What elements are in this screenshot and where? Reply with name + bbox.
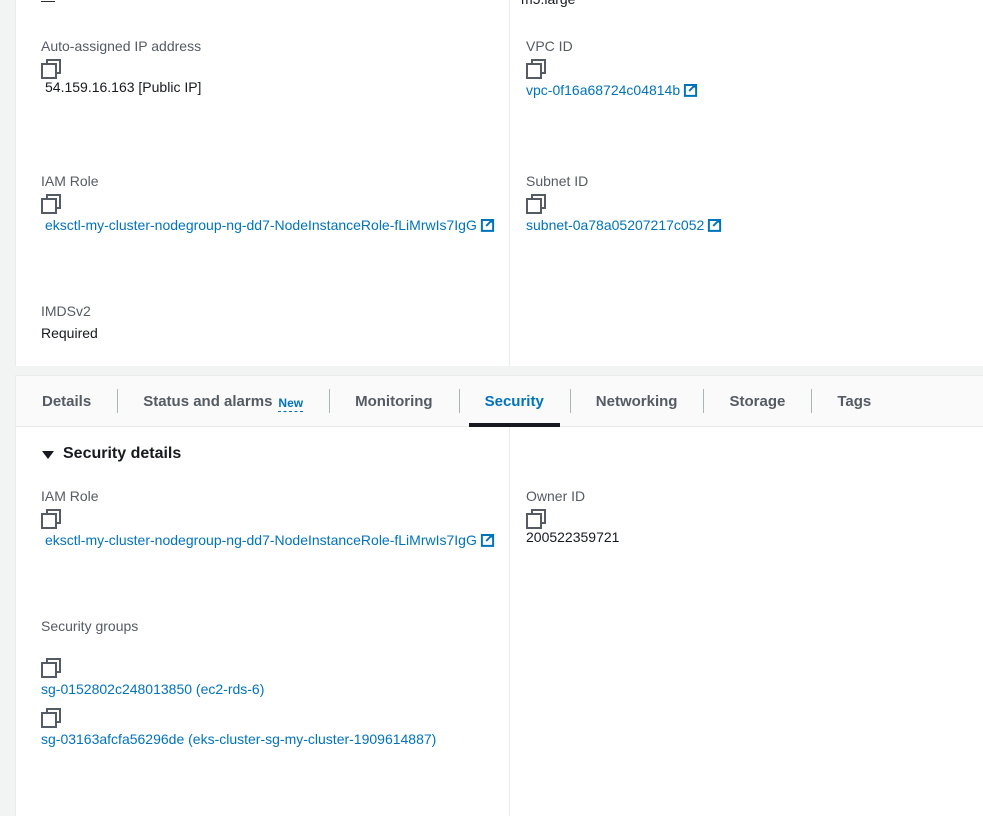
ec2-instance-detail-page: — m5.large Auto-assigned IP address 54.1… [0,0,983,816]
instance-detail-tabbar: Details Status and alarms New Monitoring… [15,375,983,427]
field-value-owner-id: 200522359721 [526,529,620,545]
security-group-item: sg-03163afcfa56296de (eks-cluster-sg-my-… [41,707,511,752]
instance-details-panel: — m5.large Auto-assigned IP address 54.1… [15,0,983,366]
copy-row-security-group [41,657,511,679]
security-details-panel: Security details IAM Role eksctl-my-clus… [15,427,983,816]
vpc-id-link[interactable]: vpc-0f16a68724c04814b [526,82,680,98]
tab-label: Storage [729,392,786,410]
copy-row-vpc-id [526,58,698,80]
copy-icon[interactable] [526,194,546,215]
field-label-subnet-id: Subnet ID [526,173,589,189]
field-value-auto-assigned-ip: 54.159.16.163 [Public IP] [45,79,202,95]
chevron-down-icon[interactable] [42,451,54,459]
tab-networking[interactable]: Networking [569,376,704,426]
field-security-iam-role: IAM Role eksctl-my-cluster-nodegroup-ng-… [41,487,511,554]
copy-row-subnet-id [526,193,722,215]
tab-details[interactable]: Details [16,376,117,426]
copy-icon[interactable] [41,658,61,679]
field-label-imdsv2: IMDSv2 [41,303,91,319]
security-group-item: sg-0152802c248013850 (ec2-rds-6) [41,657,511,702]
tab-tags[interactable]: Tags [811,376,897,426]
subnet-id-link[interactable]: subnet-0a78a05207217c052 [526,217,704,233]
field-auto-assigned-ip: Auto-assigned IP address 54.159.16.163 [… [41,37,201,98]
tab-storage[interactable]: Storage [703,376,811,426]
tab-monitoring[interactable]: Monitoring [329,376,458,426]
external-link-icon[interactable] [480,217,495,232]
tab-label: Status and alarms [143,392,273,410]
copy-row-security-group [41,707,511,729]
field-label-iam-role: IAM Role [41,173,99,189]
external-link-icon[interactable] [683,82,698,97]
security-details-title: Security details [63,445,182,462]
copy-row-owner-id [526,508,619,530]
vpc-id-link-wrapper: vpc-0f16a68724c04814b [526,82,698,99]
field-label-security-groups: Security groups [41,618,139,634]
copy-icon[interactable] [526,59,546,80]
security-group-link[interactable]: sg-0152802c248013850 (ec2-rds-6) [41,681,264,697]
clipped-text-fragment-left: — [41,0,55,8]
tab-label: Security [484,392,544,410]
iam-role-link[interactable]: eksctl-my-cluster-nodegroup-ng-dd7-NodeI… [45,217,477,233]
copy-icon[interactable] [41,708,61,729]
security-iam-role-link-wrapper: eksctl-my-cluster-nodegroup-ng-dd7-NodeI… [41,527,511,554]
tab-label: Tags [837,392,872,410]
field-vpc-id: VPC ID vpc-0f16a68724c04814b [526,37,698,103]
subnet-id-link-wrapper: subnet-0a78a05207217c052 [526,217,722,234]
copy-row-iam-role [41,193,511,215]
copy-row-security-iam-role [41,508,511,530]
security-iam-role-link[interactable]: eksctl-my-cluster-nodegroup-ng-dd7-NodeI… [45,532,477,548]
field-imdsv2: IMDSv2 Required [41,302,98,343]
tab-status-and-alarms[interactable]: Status and alarms New [117,376,329,426]
copy-row-auto-assigned-ip [41,58,201,80]
copy-icon[interactable] [41,194,61,215]
tab-label: Monitoring [355,392,433,410]
field-security-groups: Security groups sg-0152802c248013850 (ec… [41,617,511,752]
external-link-icon[interactable] [707,217,722,232]
security-details-section-header[interactable]: Security details [42,445,181,463]
field-iam-role-details: IAM Role eksctl-my-cluster-nodegroup-ng-… [41,172,511,239]
field-label-owner-id: Owner ID [526,488,586,504]
tab-security[interactable]: Security [458,376,570,427]
field-label-auto-assigned-ip: Auto-assigned IP address [41,38,202,54]
security-group-link[interactable]: sg-03163afcfa56296de (eks-cluster-sg-my-… [41,726,511,752]
clipped-instance-type-fragment: m5.large [521,0,575,9]
external-link-icon[interactable] [480,532,495,547]
copy-icon[interactable] [41,509,61,530]
field-value-imdsv2: Required [41,325,98,341]
copy-icon[interactable] [41,59,61,80]
tab-label: Details [42,392,92,410]
field-label-security-iam-role: IAM Role [41,488,99,504]
field-label-vpc-id: VPC ID [526,38,573,54]
field-subnet-id: Subnet ID subnet-0a78a05207217c052 [526,172,722,238]
field-owner-id: Owner ID 200522359721 [526,487,619,548]
new-badge: New [278,396,304,412]
copy-icon[interactable] [526,509,546,530]
tab-label: Networking [595,392,678,410]
iam-role-link-wrapper: eksctl-my-cluster-nodegroup-ng-dd7-NodeI… [41,212,511,239]
